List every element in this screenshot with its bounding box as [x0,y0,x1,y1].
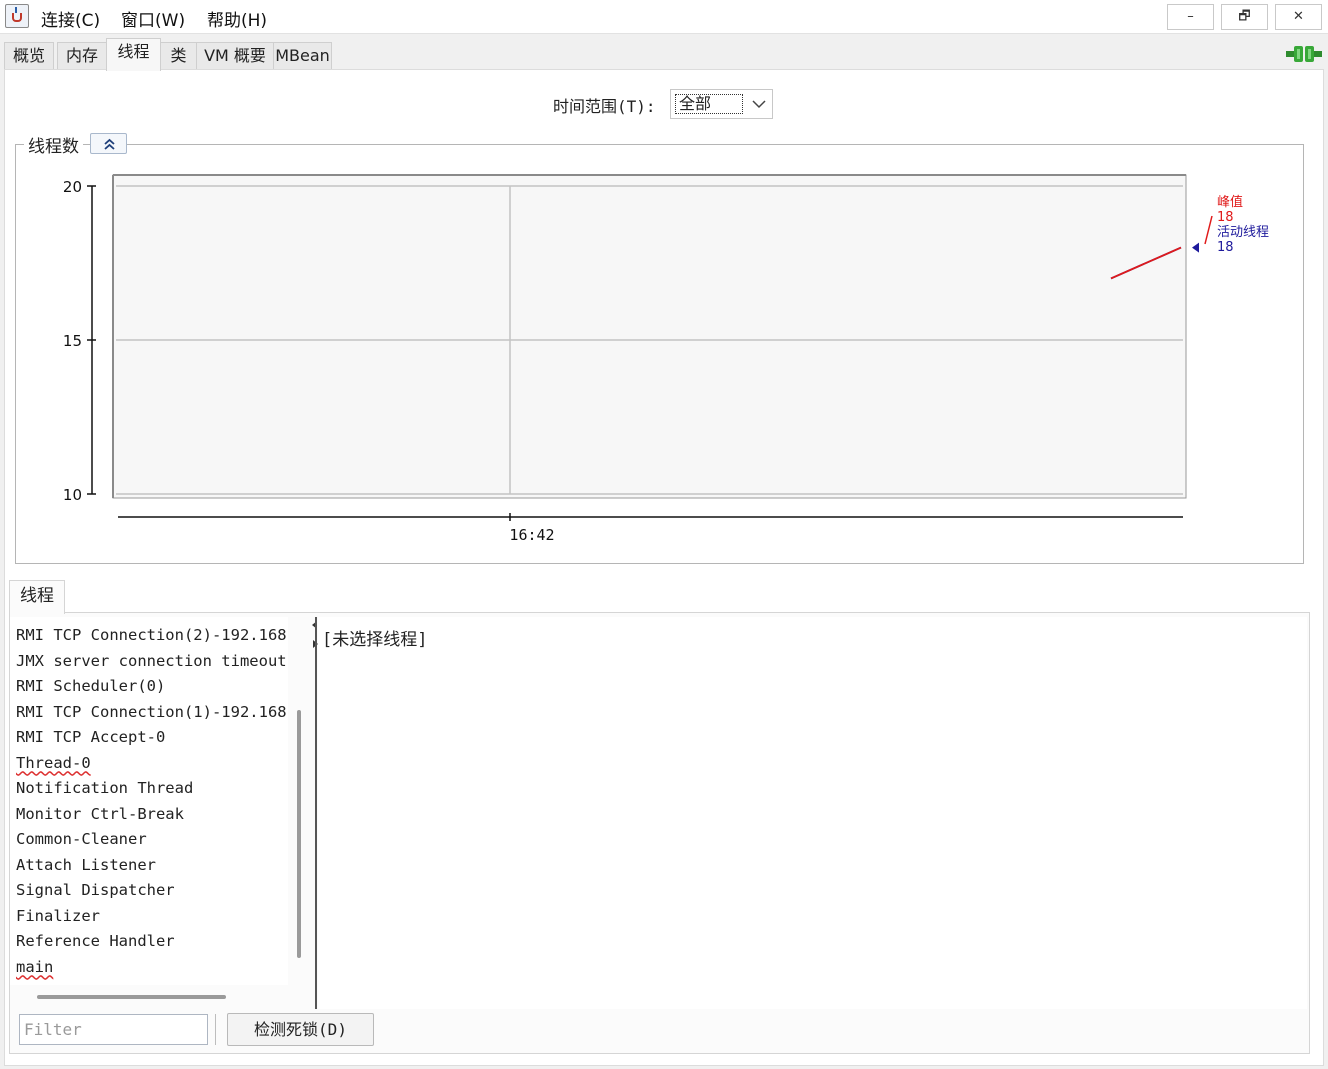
tab-bar: 概览 内存 线程 类 VM 概要 MBean [0,35,1328,71]
time-range-value: 全部 [675,94,743,114]
thread-list-item[interactable]: RMI TCP Connection(1)-192.168. [16,703,288,721]
thread-list-item[interactable]: RMI TCP Connection(2)-192.168. [16,626,288,644]
split-divider[interactable] [315,617,317,1009]
chevron-down-icon [752,100,766,109]
connection-status-icon[interactable] [1286,45,1322,63]
close-button[interactable]: ✕ [1275,4,1322,30]
detect-deadlock-button[interactable]: 检测死锁(D) [227,1013,374,1046]
thread-list-item[interactable]: main [16,958,53,976]
double-chevron-up-icon [104,138,115,150]
minimize-button[interactable]: – [1167,4,1214,30]
filter-input[interactable] [19,1014,208,1045]
thread-list-item[interactable]: Common-Cleaner [16,830,147,848]
tab-classes[interactable]: 类 [160,42,197,70]
thread-list-horizontal-scrollbar[interactable] [37,995,226,999]
thread-list-vertical-scrollbar[interactable] [297,710,301,958]
tab-threads[interactable]: 线程 [106,38,161,71]
thread-list[interactable]: RMI TCP Connection(2)-192.168. JMX server… [10,617,288,985]
collapse-button[interactable] [90,133,127,154]
tab-memory[interactable]: 内存 [57,42,107,70]
thread-list-item[interactable]: Notification Thread [16,779,193,797]
chart-title: 线程数 [24,132,83,157]
thread-list-item[interactable]: Reference Handler [16,932,175,950]
thread-list-item[interactable]: Monitor Ctrl-Break [16,805,184,823]
thread-detail-pane: [未选择线程] [318,617,1307,1009]
menu-help[interactable]: 帮助(H) [207,6,267,31]
thread-list-item[interactable]: RMI TCP Accept-0 [16,728,165,746]
tab-overview[interactable]: 概览 [4,42,54,70]
java-app-icon [5,4,29,28]
time-range-select[interactable]: 全部 [670,89,773,119]
tab-vm-summary[interactable]: VM 概要 [196,42,274,70]
time-range-label: 时间范围(T): [553,97,656,116]
no-thread-selected-text: [未选择线程] [322,630,428,650]
restore-button[interactable]: 🗗 [1221,4,1268,30]
thread-list-item[interactable]: Finalizer [16,907,100,925]
tab-mbean[interactable]: MBean [273,42,332,70]
menu-window[interactable]: 窗口(W) [121,6,185,31]
thread-list-item[interactable]: Attach Listener [16,856,156,874]
thread-list-item[interactable]: RMI Scheduler(0) [16,677,165,695]
title-bar: 连接(C) 窗口(W) 帮助(H) – 🗗 ✕ [0,0,1328,34]
thread-count-panel [15,144,1304,564]
toolbar-separator [215,1014,216,1045]
threads-tab[interactable]: 线程 [9,580,65,614]
thread-list-item[interactable]: Signal Dispatcher [16,881,175,899]
thread-list-item[interactable]: JMX server connection timeout [16,652,287,670]
menu-connect[interactable]: 连接(C) [41,6,100,31]
thread-list-item[interactable]: Thread-0 [16,754,91,772]
